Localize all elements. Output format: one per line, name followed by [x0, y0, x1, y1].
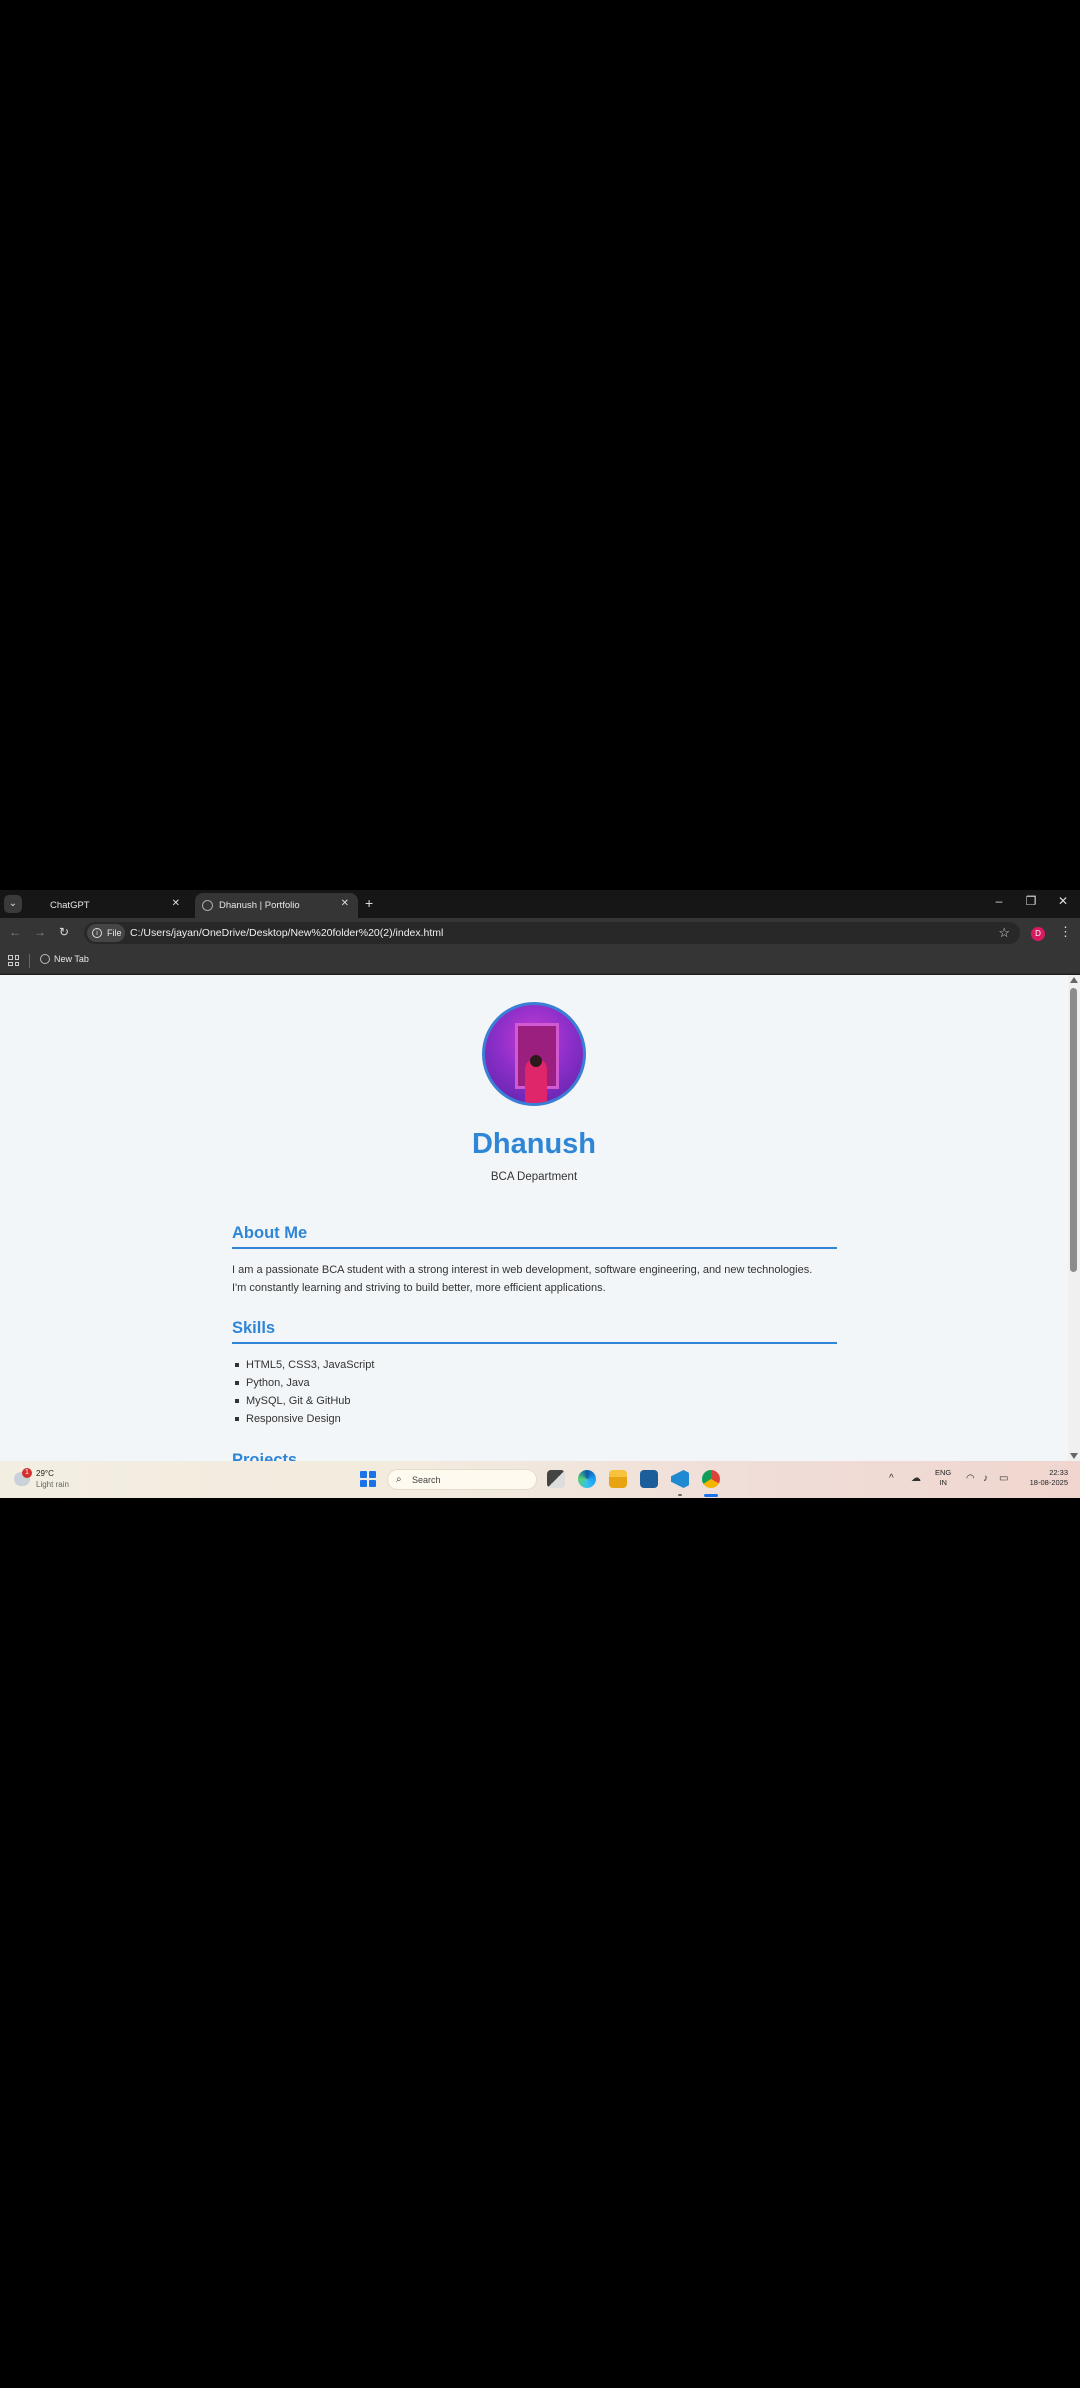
region-code: IN: [939, 1478, 947, 1487]
back-arrow-icon[interactable]: ←: [9, 925, 21, 939]
weather-desc: Light rain: [36, 1480, 69, 1489]
bookmarks-bar: New Tab: [0, 948, 1080, 974]
globe-icon: [40, 954, 50, 964]
chevron-up-icon[interactable]: ^: [889, 1473, 894, 1484]
battery-icon[interactable]: ▭: [999, 1473, 1008, 1484]
site-info-chip[interactable]: i File: [87, 924, 125, 942]
close-icon[interactable]: ✕: [172, 898, 180, 909]
forward-arrow-icon[interactable]: →: [34, 925, 46, 939]
photo-head: [530, 1055, 542, 1067]
vscode-icon[interactable]: [671, 1470, 689, 1488]
chrome-icon[interactable]: [702, 1470, 720, 1488]
skill-item: HTML5, CSS3, JavaScript: [235, 1356, 374, 1374]
speaker-icon[interactable]: ♪: [983, 1473, 988, 1484]
bookmark-label: New Tab: [54, 954, 89, 964]
wifi-icon[interactable]: ◠: [966, 1473, 975, 1484]
menu-kebab-icon[interactable]: ⋮: [1059, 924, 1072, 940]
address-bar[interactable]: i File C:/Users/jayan/OneDrive/Desktop/N…: [84, 922, 1020, 944]
tab-title: Dhanush | Portfolio: [219, 900, 300, 911]
minimize-icon[interactable]: –: [989, 894, 1009, 908]
clock-date: 18-08-2025: [1029, 1478, 1068, 1487]
vertical-scrollbar[interactable]: [1068, 975, 1080, 1461]
profile-avatar[interactable]: D: [1031, 927, 1045, 941]
active-indicator: [704, 1494, 718, 1497]
clock-time: 22:33: [1049, 1468, 1068, 1477]
edge-browser-icon[interactable]: [578, 1470, 596, 1488]
skills-list: HTML5, CSS3, JavaScript Python, Java MyS…: [235, 1356, 374, 1428]
about-line: I am a passionate BCA student with a str…: [232, 1264, 813, 1276]
url-text[interactable]: C:/Users/jayan/OneDrive/Desktop/New%20fo…: [130, 927, 443, 939]
lang-code: ENG: [935, 1468, 952, 1477]
windows-taskbar: 1 29°C Light rain ⌕ Search ^ ☁ ENG IN ◠ …: [0, 1461, 1080, 1498]
bookmark-new-tab[interactable]: New Tab: [40, 954, 89, 964]
taskbar-search[interactable]: ⌕ Search: [387, 1469, 537, 1490]
skill-item: Responsive Design: [235, 1410, 374, 1428]
weather-temp: 29°C: [36, 1469, 54, 1478]
new-tab-plus-icon[interactable]: +: [365, 895, 373, 911]
screen: ⌄ ChatGPT ✕ Dhanush | Portfolio ✕ + – ❐ …: [0, 890, 1080, 1498]
cloud-onedrive-icon[interactable]: ☁: [911, 1473, 921, 1484]
window-close-icon[interactable]: ✕: [1053, 894, 1073, 908]
about-paragraph: I am a passionate BCA student with a str…: [232, 1261, 837, 1297]
tab-strip: ⌄ ChatGPT ✕ Dhanush | Portfolio ✕ + – ❐ …: [0, 890, 1080, 918]
tab-portfolio[interactable]: Dhanush | Portfolio ✕: [195, 893, 358, 918]
bookmark-star-icon[interactable]: ☆: [998, 925, 1010, 941]
page-title: Dhanush: [471, 1128, 597, 1160]
weather-widget[interactable]: 1 29°C Light rain: [12, 1468, 82, 1492]
skill-item: Python, Java: [235, 1374, 374, 1392]
about-line: I'm constantly learning and striving to …: [232, 1282, 606, 1294]
browser-toolbar: ← → ↻ i File C:/Users/jayan/OneDrive/Des…: [0, 918, 1080, 948]
store-icon[interactable]: [640, 1470, 658, 1488]
department-subtitle: BCA Department: [490, 1171, 578, 1183]
skill-item: MySQL, Git & GitHub: [235, 1392, 374, 1410]
task-view-icon[interactable]: [547, 1470, 565, 1488]
divider: [29, 954, 30, 968]
file-explorer-icon[interactable]: [609, 1470, 627, 1488]
restore-icon[interactable]: ❐: [1021, 894, 1041, 908]
scroll-up-arrow-icon[interactable]: [1070, 977, 1078, 983]
close-icon[interactable]: ✕: [341, 898, 349, 909]
search-placeholder: Search: [412, 1475, 441, 1485]
search-icon: ⌕: [396, 1474, 402, 1485]
globe-icon: [202, 900, 213, 911]
tab-title: ChatGPT: [50, 900, 90, 911]
tab-chatgpt[interactable]: ChatGPT ✕: [26, 893, 189, 918]
page-viewport: Dhanush BCA Department About Me I am a p…: [0, 975, 1080, 1461]
scheme-label: File: [107, 928, 122, 938]
system-clock[interactable]: 22:33 18-08-2025: [1018, 1468, 1068, 1488]
scroll-down-arrow-icon[interactable]: [1070, 1453, 1078, 1459]
tab-search-chevron-icon[interactable]: ⌄: [4, 895, 22, 913]
input-language[interactable]: ENG IN: [935, 1468, 951, 1488]
apps-grid-icon[interactable]: [8, 955, 19, 966]
projects-heading: Projects: [232, 1451, 298, 1461]
info-icon: i: [92, 928, 102, 938]
windows-start-icon[interactable]: [360, 1471, 376, 1487]
reload-icon[interactable]: ↻: [59, 925, 69, 939]
profile-photo: [482, 1002, 586, 1106]
skills-heading: Skills: [232, 1319, 837, 1344]
notification-badge: 1: [22, 1468, 32, 1478]
scrollbar-thumb[interactable]: [1070, 988, 1077, 1272]
about-heading: About Me: [232, 1224, 837, 1249]
running-indicator: [678, 1494, 682, 1496]
